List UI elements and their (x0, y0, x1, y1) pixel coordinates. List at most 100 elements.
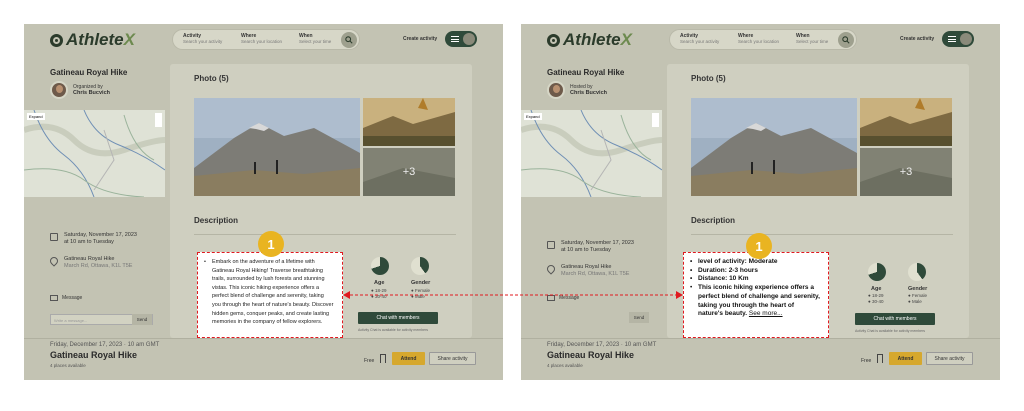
user-menu-button[interactable] (445, 31, 477, 47)
organizer-name: Chris Bucvich (73, 90, 110, 96)
footer-date: Friday, December 17, 2023 · 10 am GMT (547, 342, 657, 348)
logo-text: AthleteX (66, 30, 135, 49)
description-title: Description (194, 216, 239, 225)
photo-main[interactable] (691, 98, 857, 196)
location-pin-icon (48, 255, 60, 267)
search-icon (842, 36, 850, 44)
chat-with-members-button[interactable]: Chat with members (358, 312, 438, 324)
photo-main[interactable] (194, 98, 360, 196)
search-button[interactable] (838, 32, 854, 48)
envelope-icon (50, 295, 58, 301)
menu-icon (451, 36, 459, 42)
map-drawing (24, 110, 165, 197)
activity-level-item: level of activity: Moderate (690, 258, 820, 267)
footer-title: Gatineau Royal Hike (50, 350, 138, 360)
organizer-role: Hosted by (570, 83, 593, 90)
age-label: Age (374, 280, 385, 286)
photo-thumb-1[interactable] (363, 98, 455, 146)
annotation-badge-before: 1 (258, 231, 284, 257)
age-pie-chart (868, 263, 886, 281)
activity-sidebar: Gatineau Royal Hike Organized by Chris Bu… (24, 54, 165, 338)
annotation-badge-after: 1 (746, 233, 772, 259)
map-expand-button[interactable]: Expand (27, 113, 45, 120)
share-activity-button[interactable]: Share activity (429, 352, 476, 365)
organizer-avatar (547, 81, 565, 99)
search-button[interactable] (341, 32, 357, 48)
activity-field[interactable]: Activity Search your activity (183, 33, 222, 45)
photo-thumb-more[interactable]: +3 (363, 148, 455, 196)
description-title: Description (691, 216, 736, 225)
send-button[interactable]: Send (629, 312, 649, 323)
date-info: Saturday, November 17, 2023 at 10 am to T… (50, 232, 137, 246)
mountain-photo (691, 98, 857, 196)
chat-note: Activity Chat is available for activity … (855, 329, 926, 333)
create-activity-link[interactable]: Create activity (900, 36, 934, 42)
price-label: Free (364, 358, 375, 364)
more-photos-count: +3 (860, 148, 952, 196)
attend-button[interactable]: Attend (392, 352, 425, 365)
mountain-photo (194, 98, 360, 196)
search-bar[interactable]: Activity Search your activity Where Search… (172, 29, 360, 50)
map-zoom-control[interactable] (652, 113, 659, 127)
logo[interactable]: AthleteX (50, 30, 135, 50)
bookmark-icon[interactable] (877, 354, 883, 363)
bookmark-icon[interactable] (380, 354, 386, 363)
arrow-head-right-icon (676, 291, 683, 299)
map-drawing (521, 110, 662, 197)
age-label: Age (871, 286, 882, 292)
where-field[interactable]: Where Search your location (241, 33, 282, 45)
top-nav: AthleteX Activity Search your activity Wh… (24, 24, 503, 54)
description-summary-item: This iconic hiking experience offers a p… (690, 284, 820, 319)
share-activity-button[interactable]: Share activity (926, 352, 973, 365)
map-zoom-control[interactable] (155, 113, 162, 127)
gender-label: Gender (411, 280, 431, 286)
photo-section-title: Photo (5) (194, 74, 229, 83)
logo-icon (547, 33, 560, 47)
photo-thumb-1[interactable] (860, 98, 952, 146)
location-pin-icon (545, 263, 557, 275)
attend-button[interactable]: Attend (889, 352, 922, 365)
age-pie-chart (371, 257, 389, 275)
activity-field[interactable]: Activity Search your activity (680, 33, 719, 45)
distance-item: Distance: 10 Km (690, 275, 820, 284)
connector-arrow (343, 291, 683, 299)
when-field[interactable]: When Select your time (796, 33, 828, 45)
activity-title: Gatineau Royal Hike (50, 68, 128, 77)
gender-pie-chart (908, 263, 926, 281)
description-callout-after: level of activity: Moderate Duration: 2-… (683, 252, 829, 338)
organizer-role: Organized by (73, 83, 103, 90)
price-label: Free (861, 358, 872, 364)
search-icon (345, 36, 353, 44)
menu-icon (948, 36, 956, 42)
send-button[interactable]: Send (132, 314, 152, 325)
when-field[interactable]: When Select your time (299, 33, 331, 45)
footer-bar: Friday, December 17, 2023 · 10 am GMT Ga… (521, 338, 1000, 380)
gender-pie-chart (411, 257, 429, 275)
search-bar[interactable]: Activity Search your activity Where Search… (669, 29, 857, 50)
places-available: 4 places available (50, 363, 86, 368)
arrow-head-left-icon (343, 291, 350, 299)
logo[interactable]: AthleteX (547, 30, 632, 50)
organizer[interactable]: Organized by Chris Bucvich (50, 81, 110, 99)
divider (194, 234, 456, 235)
where-field[interactable]: Where Search your location (738, 33, 779, 45)
date-info: Saturday, November 17, 2023 at 10 am to T… (547, 240, 634, 254)
top-nav: AthleteX Activity Search your activity Wh… (521, 24, 1000, 54)
logo-icon (50, 33, 63, 47)
duration-item: Duration: 2-3 hours (690, 267, 820, 276)
map-expand-button[interactable]: Expand (524, 113, 542, 120)
location-map[interactable]: Expand (24, 110, 165, 197)
footer-bar: Friday, December 17, 2023 · 10 am GMT Ga… (24, 338, 503, 380)
organizer-name: Chris Bucvich (570, 90, 607, 96)
calendar-icon (50, 233, 58, 241)
message-label: Message (50, 295, 82, 301)
gender-label: Gender (908, 286, 928, 292)
see-more-link[interactable]: See more... (749, 310, 783, 317)
organizer[interactable]: Hosted by Chris Bucvich (547, 81, 607, 99)
autumn-photo (860, 98, 952, 146)
create-activity-link[interactable]: Create activity (403, 36, 437, 42)
chat-with-members-button[interactable]: Chat with members (855, 313, 935, 325)
location-map[interactable]: Expand (521, 110, 662, 197)
photo-thumb-more[interactable]: +3 (860, 148, 952, 196)
user-menu-button[interactable] (942, 31, 974, 47)
